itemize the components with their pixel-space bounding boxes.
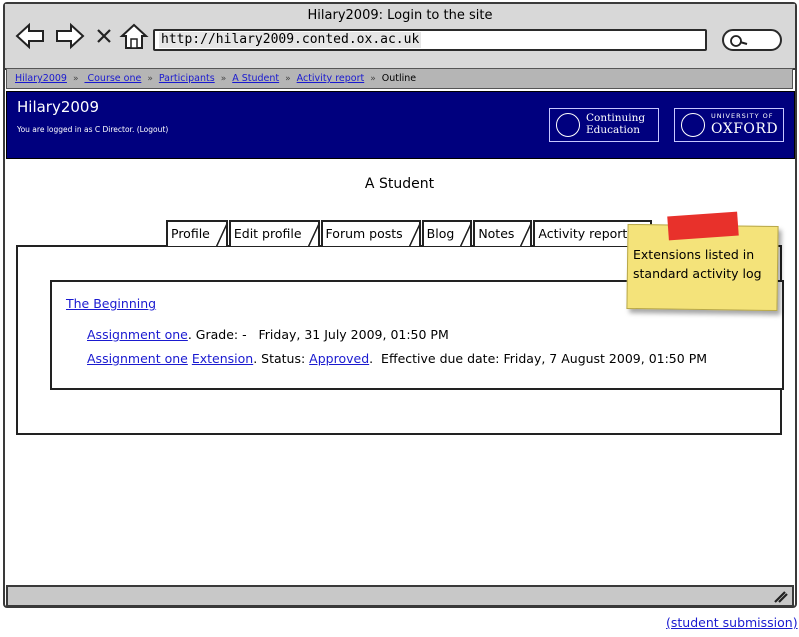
breadcrumb-separator-icon: »: [220, 74, 227, 84]
extension-link[interactable]: Extension: [192, 351, 253, 366]
crest-icon: [681, 113, 705, 137]
breadcrumb-current: Outline: [381, 73, 417, 84]
status-bar: [6, 585, 794, 607]
breadcrumb-separator-icon: »: [72, 74, 79, 84]
window-title: Hilary2009: Login to the site: [307, 8, 493, 23]
assignment-one-link[interactable]: Assignment one: [87, 327, 188, 342]
oxford-logo[interactable]: UNIVERSITY OF OXFORD: [674, 108, 784, 142]
due-date-text: . Effective due date: Friday, 7 August 2…: [369, 351, 708, 366]
section-title-link[interactable]: The Beginning: [66, 296, 156, 311]
grade-text: . Grade: - Friday, 31 July 2009, 01:50 P…: [187, 327, 449, 342]
tab-profile[interactable]: Profile: [166, 220, 228, 246]
search-box[interactable]: [722, 29, 782, 51]
breadcrumb-item-participants[interactable]: Participants: [159, 73, 215, 84]
back-arrow-icon[interactable]: [15, 22, 45, 50]
resize-grip-icon[interactable]: [772, 589, 788, 603]
breadcrumb-item-site[interactable]: Hilary2009: [15, 73, 67, 84]
login-info[interactable]: You are logged in as C Director. (Logout…: [17, 125, 168, 134]
breadcrumb-separator-icon: »: [147, 74, 153, 84]
sticky-note-text: Extensions listed in standard activity l…: [633, 247, 762, 281]
logo-ce-text: Continuing Education: [586, 112, 646, 136]
continuing-education-logo[interactable]: Continuing Education: [549, 108, 659, 142]
search-icon: [730, 35, 748, 47]
address-text: http://hilary2009.conted.ox.ac.uk: [159, 32, 422, 48]
site-name[interactable]: Hilary2009: [17, 98, 99, 116]
log-line-assignment: Assignment one. Grade: - Friday, 31 July…: [87, 327, 449, 342]
crest-icon: [556, 113, 580, 137]
logo-ox-big-text: OXFORD: [711, 121, 779, 137]
tab-notes[interactable]: Notes: [473, 220, 533, 246]
forward-arrow-icon[interactable]: [55, 22, 85, 50]
breadcrumb-item-course[interactable]: Course one: [84, 73, 141, 84]
log-line-extension: Assignment one Extension. Status: Approv…: [87, 351, 707, 366]
close-x-icon[interactable]: [93, 22, 115, 50]
student-submission-link[interactable]: (student submission): [666, 615, 798, 630]
tab-forum-posts[interactable]: Forum posts: [320, 220, 421, 246]
tab-blog[interactable]: Blog: [421, 220, 473, 246]
breadcrumb: Hilary2009 » Course one » Participants » A St…: [6, 68, 793, 89]
breadcrumb-separator-icon: »: [370, 74, 376, 84]
note-tape: [667, 211, 739, 241]
address-bar[interactable]: http://hilary2009.conted.ox.ac.uk: [153, 29, 707, 51]
site-header: Hilary2009 You are logged in as C Direct…: [6, 91, 795, 159]
page-title: A Student: [364, 176, 435, 192]
logo-ox-small-text: UNIVERSITY OF: [711, 112, 774, 120]
status-text: . Status:: [253, 351, 310, 366]
approved-link[interactable]: Approved: [309, 351, 369, 366]
breadcrumb-item-activity-report[interactable]: Activity report: [297, 73, 365, 84]
profile-tabs: Profile Edit profile Forum posts Blog Notes A…: [166, 220, 653, 246]
home-icon[interactable]: [119, 22, 149, 50]
breadcrumb-separator-icon: »: [285, 74, 291, 84]
breadcrumb-item-student[interactable]: A Student: [232, 73, 279, 84]
assignment-one-link[interactable]: Assignment one: [87, 351, 188, 366]
tab-edit-profile[interactable]: Edit profile: [228, 220, 320, 246]
